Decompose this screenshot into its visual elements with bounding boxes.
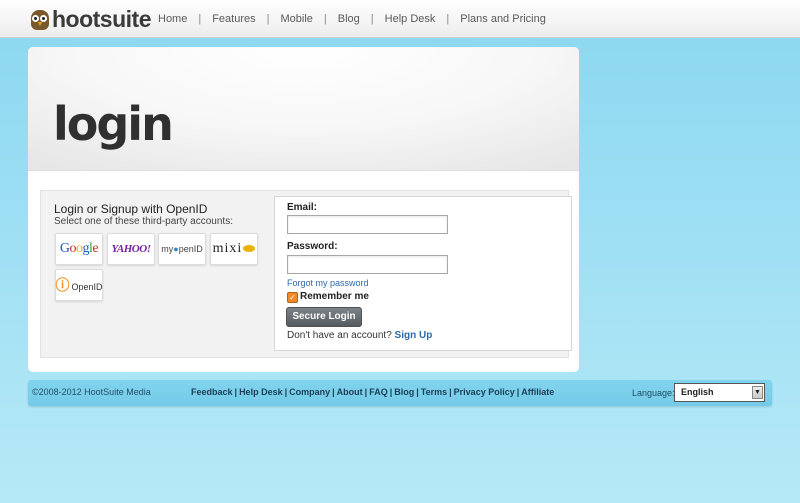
yahoo-login-button[interactable]: YAHOO! [107, 233, 155, 265]
dropdown-arrow-icon[interactable]: ▼ [752, 386, 763, 399]
owl-logo-icon [30, 8, 50, 30]
yahoo-logo-icon: YAHOO! [111, 243, 151, 255]
footer-link-terms[interactable]: Terms [421, 387, 447, 397]
myopenid-logo-icon: my●penID [161, 244, 203, 254]
password-field[interactable] [287, 255, 448, 274]
main-nav: Home | Features | Mobile | Blog | Help D… [158, 13, 546, 25]
nav-item-help-desk[interactable]: Help Desk [385, 13, 436, 25]
top-navigation-bar: hootsuite Home | Features | Mobile | Blo… [0, 0, 800, 38]
email-field[interactable] [287, 215, 448, 234]
nav-item-home[interactable]: Home [158, 13, 187, 25]
language-select[interactable]: English ▼ [674, 383, 765, 402]
openid-login-button[interactable]: ⓘ OpenID [55, 269, 103, 301]
footer-link-about[interactable]: About [337, 387, 363, 397]
footer-link-help-desk[interactable]: Help Desk [239, 387, 283, 397]
password-label: Password: [287, 241, 338, 252]
signup-prompt: Don't have an account? Sign Up [287, 330, 432, 341]
hootsuite-logo[interactable]: hootsuite [30, 5, 152, 32]
openid-logo-icon: ⓘ OpenID [55, 277, 103, 293]
footer-link-privacy-policy[interactable]: Privacy Policy [454, 387, 515, 397]
nav-item-mobile[interactable]: Mobile [280, 13, 312, 25]
remember-me-checkbox[interactable]: ✓ [287, 292, 298, 303]
nav-separator: | [198, 13, 202, 25]
mixi-logo-icon: mixi [213, 241, 256, 257]
login-card-header: login [28, 47, 579, 171]
openid-title: Login or Signup with OpenID [54, 202, 208, 216]
footer-bar: ©2008-2012 HootSuite Media Feedback | Help… [28, 380, 772, 406]
nav-separator: | [370, 13, 374, 25]
footer-link-affiliate[interactable]: Affiliate [521, 387, 554, 397]
language-label: Language: [632, 388, 675, 398]
nav-separator: | [323, 13, 327, 25]
language-selected-value: English [681, 387, 714, 397]
footer-link-feedback[interactable]: Feedback [191, 387, 233, 397]
remember-me-label: Remember me [300, 291, 369, 302]
logo-text: hootsuite [52, 5, 152, 32]
google-logo-icon: Google [59, 241, 99, 256]
copyright-text: ©2008-2012 HootSuite Media [32, 387, 151, 397]
mixi-login-button[interactable]: mixi [210, 233, 258, 265]
nav-item-blog[interactable]: Blog [338, 13, 360, 25]
nav-separator: | [446, 13, 450, 25]
page-title: login [53, 97, 174, 151]
footer-link-blog[interactable]: Blog [394, 387, 414, 397]
footer-link-faq[interactable]: FAQ [369, 387, 388, 397]
nav-item-plans-pricing[interactable]: Plans and Pricing [460, 13, 546, 25]
footer-links: Feedback | Help Desk | Company | About | FAQ | Blo… [191, 387, 555, 397]
email-label: Email: [287, 202, 318, 213]
myopenid-login-button[interactable]: my●penID [158, 233, 206, 265]
secure-login-button[interactable]: Secure Login [286, 307, 362, 327]
no-account-text: Don't have an account? [287, 330, 392, 341]
forgot-password-link[interactable]: Forgot my password [287, 278, 369, 288]
login-card: login Login or Signup with OpenID Select… [28, 47, 579, 372]
nav-separator: | [266, 13, 270, 25]
footer-link-company[interactable]: Company [289, 387, 330, 397]
nav-item-features[interactable]: Features [212, 13, 255, 25]
signup-link[interactable]: Sign Up [395, 330, 433, 341]
openid-subtitle: Select one of these third-party accounts… [54, 216, 233, 227]
google-login-button[interactable]: Google [55, 233, 103, 265]
